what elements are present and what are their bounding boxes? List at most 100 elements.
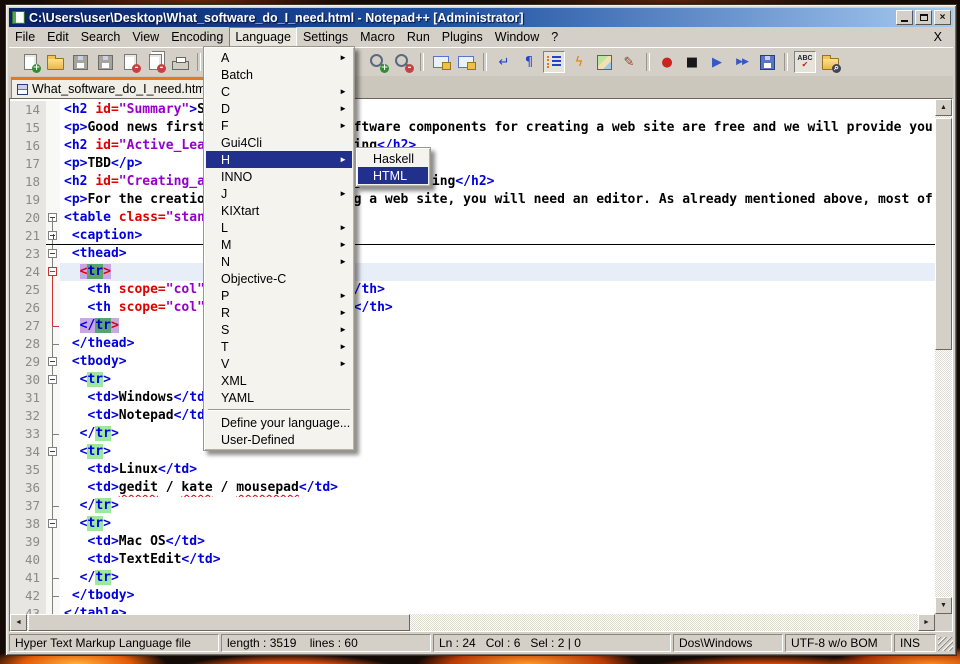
- fold-expand-box[interactable]: [48, 231, 57, 240]
- language-menu-item-yaml[interactable]: YAML: [206, 389, 352, 406]
- indent-guide-icon[interactable]: [543, 51, 565, 73]
- menubar-item-view[interactable]: View: [126, 27, 165, 47]
- language-menu-item-inno[interactable]: INNO: [206, 168, 352, 185]
- menubar-item-window[interactable]: Window: [489, 27, 545, 47]
- language-menu-item-s[interactable]: S►: [206, 321, 352, 338]
- save-icon[interactable]: [69, 51, 91, 73]
- code-line-25[interactable]: 25 <th scope="col">Operating systems</th…: [10, 281, 935, 299]
- open-folder-icon[interactable]: [44, 51, 66, 73]
- fold-margin[interactable]: [46, 263, 60, 281]
- fold-margin[interactable]: [46, 497, 60, 515]
- function-list-icon[interactable]: ϟ: [568, 51, 590, 73]
- fold-margin[interactable]: [46, 227, 60, 245]
- print-icon[interactable]: [169, 51, 191, 73]
- code-line-18[interactable]: 18<h2 id="Creating_and_editing">Creating…: [10, 173, 935, 191]
- fold-collapse-box[interactable]: [48, 357, 57, 366]
- fold-margin[interactable]: [46, 515, 60, 533]
- close-all-icon[interactable]: -: [144, 51, 166, 73]
- fold-collapse-box[interactable]: [48, 519, 57, 528]
- fold-margin[interactable]: [46, 479, 60, 497]
- code-line-43[interactable]: 43</table>: [10, 605, 935, 614]
- fold-margin[interactable]: [46, 407, 60, 425]
- word-wrap-icon[interactable]: ↵: [493, 51, 515, 73]
- code-line-31[interactable]: 31 <td>Windows</td>: [10, 389, 935, 407]
- code-line-28[interactable]: 28 </thead>: [10, 335, 935, 353]
- language-menu-item-v[interactable]: V►: [206, 355, 352, 372]
- status-insert-mode[interactable]: INS: [894, 634, 936, 652]
- language-menu-item-r[interactable]: R►: [206, 304, 352, 321]
- language-menu-item-n[interactable]: N►: [206, 253, 352, 270]
- horizontal-scrollbar[interactable]: ◄ ►: [10, 614, 935, 631]
- language-menu-item-batch[interactable]: Batch: [206, 66, 352, 83]
- code-line-15[interactable]: 15<p>Good news first: Almost all the sof…: [10, 119, 935, 137]
- language-menu-item-a[interactable]: A►: [206, 49, 352, 66]
- language-menu-item-f[interactable]: F►: [206, 117, 352, 134]
- scroll-down-button[interactable]: ▼: [935, 597, 952, 614]
- fold-margin[interactable]: [46, 281, 60, 299]
- spell-check-icon[interactable]: ABC✔: [794, 51, 816, 73]
- vertical-scrollbar-thumb[interactable]: [935, 118, 952, 350]
- fold-margin[interactable]: [46, 605, 60, 614]
- title-bar[interactable]: C:\Users\user\Desktop\What_software_do_I…: [9, 8, 953, 27]
- fold-margin[interactable]: [46, 371, 60, 389]
- fold-margin[interactable]: [46, 461, 60, 479]
- fold-margin[interactable]: [46, 119, 60, 137]
- language-menu-item-p[interactable]: P►: [206, 287, 352, 304]
- maximize-button[interactable]: [915, 10, 932, 25]
- code-line-27[interactable]: 27 </tr>: [10, 317, 935, 335]
- fold-margin[interactable]: [46, 137, 60, 155]
- fold-collapse-box[interactable]: [48, 447, 57, 456]
- scroll-left-button[interactable]: ◄: [10, 614, 27, 631]
- code-line-17[interactable]: 17<p>TBD</p>: [10, 155, 935, 173]
- fold-margin[interactable]: [46, 299, 60, 317]
- fold-margin[interactable]: [46, 353, 60, 371]
- language-menu-item-t[interactable]: T►: [206, 338, 352, 355]
- code-area[interactable]: 14<h2 id="Summary">Summary</h2>15<p>Good…: [10, 99, 935, 614]
- macro-play-icon[interactable]: ▶: [706, 51, 728, 73]
- language-menu-item-objective-c[interactable]: Objective-C: [206, 270, 352, 287]
- new-file-icon[interactable]: +: [19, 51, 41, 73]
- sync-vertical-scroll-icon[interactable]: [430, 51, 452, 73]
- code-line-14[interactable]: 14<h2 id="Summary">Summary</h2>: [10, 101, 935, 119]
- minimize-button[interactable]: [896, 10, 913, 25]
- close-button[interactable]: ×: [934, 10, 951, 25]
- menubar-item-file[interactable]: File: [9, 27, 41, 47]
- fold-margin[interactable]: [46, 425, 60, 443]
- code-line-16[interactable]: 16<h2 id="Active_Learning">Active Learni…: [10, 137, 935, 155]
- vertical-scrollbar[interactable]: ▲ ▼: [935, 99, 952, 614]
- language-menu-item-user-defined[interactable]: User-Defined: [206, 431, 352, 448]
- fold-margin[interactable]: [46, 317, 60, 335]
- code-line-29[interactable]: 29 <tbody>: [10, 353, 935, 371]
- language-menu-item-kixtart[interactable]: KIXtart: [206, 202, 352, 219]
- language-menu-item-j[interactable]: J►: [206, 185, 352, 202]
- fold-collapse-box[interactable]: [48, 267, 57, 276]
- code-line-36[interactable]: 36 <td>gedit / kate / mousepad</td>: [10, 479, 935, 497]
- horizontal-scrollbar-thumb[interactable]: [28, 614, 410, 631]
- zoom-in-icon[interactable]: +: [367, 51, 389, 73]
- code-line-39[interactable]: 39 <td>Mac OS</td>: [10, 533, 935, 551]
- status-eol-format[interactable]: Dos\Windows: [673, 634, 783, 652]
- fold-collapse-box[interactable]: [48, 375, 57, 384]
- fold-margin[interactable]: [46, 389, 60, 407]
- tab-what-software-do-i-need[interactable]: What_software_do_I_need.html ×: [11, 77, 234, 98]
- menubar-item-run[interactable]: Run: [401, 27, 436, 47]
- menubar-item-edit[interactable]: Edit: [41, 27, 75, 47]
- close-icon[interactable]: -: [119, 51, 141, 73]
- menubar-item-macro[interactable]: Macro: [354, 27, 401, 47]
- fold-margin[interactable]: [46, 587, 60, 605]
- fold-margin[interactable]: [46, 245, 60, 263]
- menubar-item-settings[interactable]: Settings: [297, 27, 354, 47]
- zoom-out-icon[interactable]: -: [392, 51, 414, 73]
- submenu-item-haskell[interactable]: Haskell: [358, 150, 428, 167]
- code-line-26[interactable]: 26 <th scope="col">Recommended editor</t…: [10, 299, 935, 317]
- sync-horizontal-scroll-icon[interactable]: [455, 51, 477, 73]
- language-menu-item-h[interactable]: H►: [206, 151, 352, 168]
- language-menu-item-define-your-language[interactable]: Define your language...: [206, 414, 352, 431]
- fold-margin[interactable]: [46, 173, 60, 191]
- resize-grip[interactable]: [938, 637, 953, 651]
- submenu-item-html[interactable]: HTML: [358, 167, 428, 184]
- scroll-right-button[interactable]: ►: [918, 614, 935, 631]
- language-menu-item-gui4cli[interactable]: Gui4Cli: [206, 134, 352, 151]
- menubar-item-language[interactable]: Language: [229, 27, 297, 47]
- code-line-33[interactable]: 33 </tr>: [10, 425, 935, 443]
